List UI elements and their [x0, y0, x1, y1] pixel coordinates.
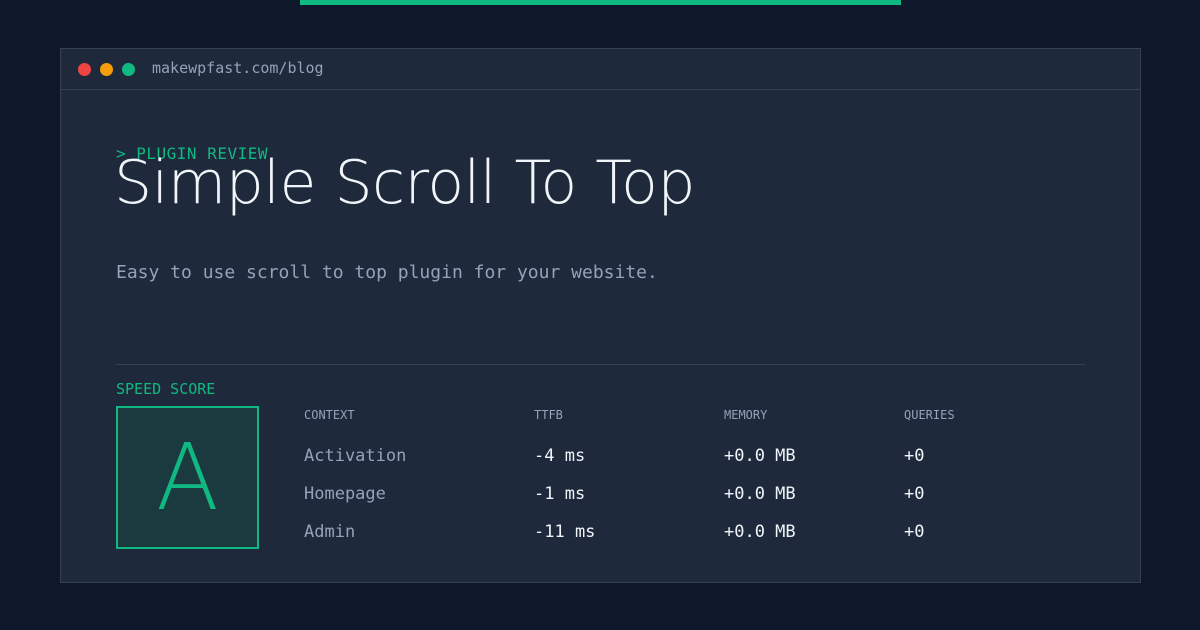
- column-header-memory: MEMORY: [724, 408, 768, 422]
- row-memory: +0.0 MB: [724, 484, 796, 504]
- row-context: Homepage: [304, 484, 386, 504]
- row-queries: +0: [904, 484, 925, 504]
- section-divider: [116, 364, 1085, 365]
- row-queries: +0: [904, 522, 925, 542]
- row-context: Admin: [304, 522, 356, 542]
- speed-score-label: SPEED SCORE: [116, 380, 216, 398]
- top-accent-bar: [300, 0, 901, 5]
- speed-grade: A: [156, 423, 219, 531]
- row-memory: +0.0 MB: [724, 522, 796, 542]
- column-header-queries: QUERIES: [904, 408, 955, 422]
- close-dot-icon[interactable]: [78, 63, 91, 76]
- row-context: Activation: [304, 446, 407, 466]
- page-title: Simple Scroll To Top: [114, 148, 695, 218]
- window-titlebar: makewpfast.com/blog: [61, 49, 1140, 90]
- row-queries: +0: [904, 446, 925, 466]
- plugin-description: Easy to use scroll to top plugin for you…: [116, 262, 658, 283]
- browser-window: makewpfast.com/blog > PLUGIN REVIEW Simp…: [60, 48, 1141, 583]
- row-ttfb: -11 ms: [534, 522, 596, 542]
- row-memory: +0.0 MB: [724, 446, 796, 466]
- row-ttfb: -1 ms: [534, 484, 586, 504]
- minimize-dot-icon[interactable]: [100, 63, 113, 76]
- row-ttfb: -4 ms: [534, 446, 586, 466]
- maximize-dot-icon[interactable]: [122, 63, 135, 76]
- speed-grade-badge: A: [116, 406, 259, 549]
- column-header-ttfb: TTFB: [534, 408, 563, 422]
- column-header-context: CONTEXT: [304, 408, 355, 422]
- window-url: makewpfast.com/blog: [152, 59, 324, 77]
